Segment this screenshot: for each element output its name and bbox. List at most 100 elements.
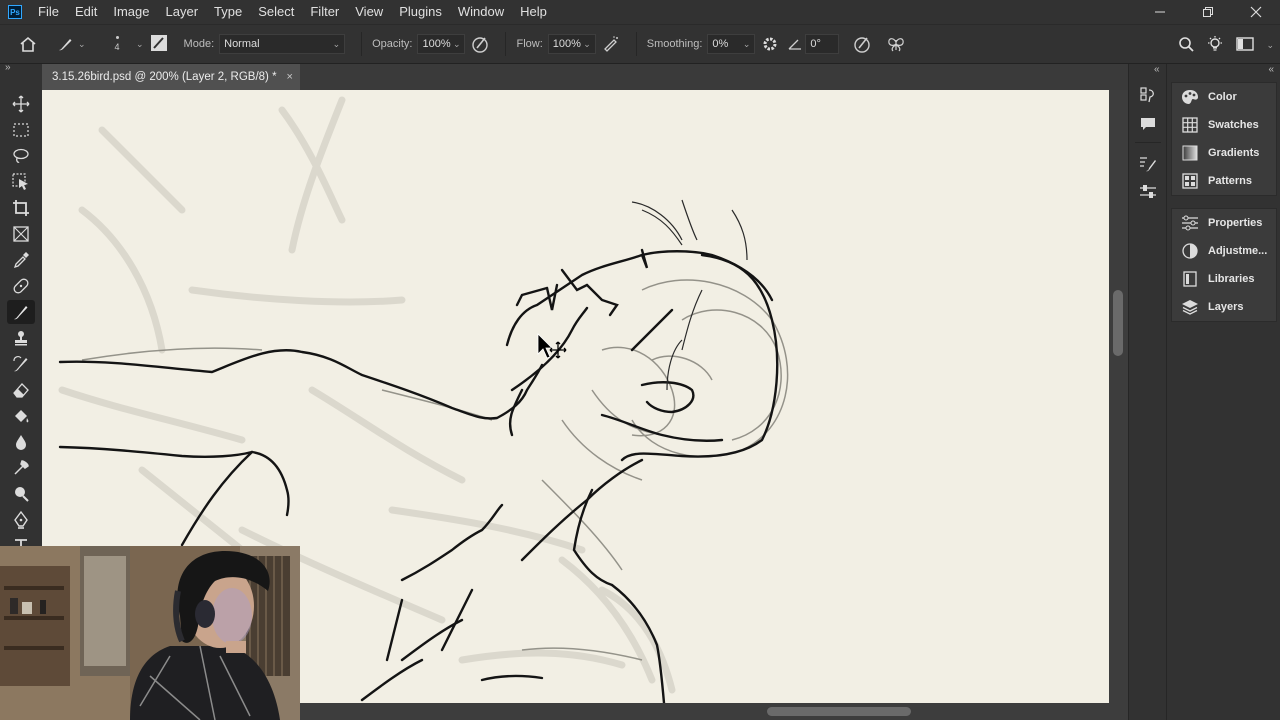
- menu-type[interactable]: Type: [206, 0, 250, 24]
- object-select-icon: [12, 173, 28, 190]
- brush-preset-picker[interactable]: ⌄: [56, 35, 104, 53]
- angle-input[interactable]: 0°: [805, 34, 840, 54]
- sliders-icon: [1140, 185, 1156, 198]
- flow-input[interactable]: 100% ⌄: [547, 34, 596, 54]
- minimize-button[interactable]: [1136, 0, 1184, 24]
- history-brush-tool[interactable]: [7, 352, 35, 376]
- panel-label-gradients: Gradients: [1208, 147, 1260, 159]
- dodge-tool[interactable]: [7, 482, 35, 506]
- eyedropper-tool[interactable]: [7, 248, 35, 272]
- lasso-tool[interactable]: [7, 144, 35, 168]
- properties-icon: [1180, 213, 1200, 233]
- crop-tool[interactable]: [7, 196, 35, 220]
- brush-tool[interactable]: [7, 300, 35, 324]
- airbrush-button[interactable]: [596, 35, 626, 53]
- brush-size-indicator[interactable]: 4: [104, 36, 130, 52]
- comments-panel-button[interactable]: [1138, 114, 1158, 134]
- smoothing-options-button[interactable]: [755, 36, 785, 52]
- panel-item-properties[interactable]: Properties: [1172, 209, 1276, 237]
- panel-label-patterns: Patterns: [1208, 175, 1253, 187]
- menu-layer[interactable]: Layer: [158, 0, 207, 24]
- close-window-button[interactable]: [1232, 0, 1280, 24]
- panel-item-color[interactable]: Color: [1172, 83, 1276, 111]
- history-icon: [1140, 87, 1154, 103]
- brush-icon: [14, 306, 28, 320]
- move-tool[interactable]: [7, 92, 35, 116]
- marquee-tool[interactable]: [7, 118, 35, 142]
- frame-tool[interactable]: [7, 222, 35, 246]
- collapse-dock-icon[interactable]: «: [1268, 64, 1274, 75]
- brush-settings-icon: [150, 34, 167, 51]
- panel-group-properties: Properties Adjustme... Libraries Layers: [1171, 208, 1277, 322]
- home-button[interactable]: [0, 36, 56, 52]
- panel-label-swatches: Swatches: [1208, 119, 1259, 131]
- flow-value: 100%: [552, 38, 581, 50]
- collapse-toolbar-icon[interactable]: »: [5, 62, 11, 73]
- adjustment-sliders-button[interactable]: [1138, 182, 1158, 202]
- history-brush-icon: [13, 356, 28, 372]
- restore-button[interactable]: [1184, 0, 1232, 24]
- chevron-down-icon: ⌄: [332, 39, 341, 49]
- airbrush-icon: [603, 36, 618, 52]
- droplet-icon: [16, 435, 26, 450]
- eraser-tool[interactable]: [7, 378, 35, 402]
- flow-label: Flow:: [516, 38, 543, 50]
- panel-item-libraries[interactable]: Libraries: [1172, 265, 1276, 293]
- brush-settings-panel-button[interactable]: [1138, 154, 1158, 174]
- workspace-button[interactable]: [1236, 36, 1255, 55]
- menu-view[interactable]: View: [347, 0, 391, 24]
- paint-bucket-tool[interactable]: [7, 404, 35, 428]
- collapse-strip-icon[interactable]: «: [1154, 64, 1160, 75]
- menu-filter[interactable]: Filter: [302, 0, 347, 24]
- menu-plugins[interactable]: Plugins: [391, 0, 450, 24]
- panel-item-patterns[interactable]: Patterns: [1172, 167, 1276, 195]
- workspace-icon: [1236, 36, 1255, 51]
- discover-button[interactable]: [1206, 35, 1224, 56]
- menu-help[interactable]: Help: [512, 0, 555, 24]
- menu-bar: Ps File Edit Image Layer Type Select Fil…: [0, 0, 1280, 24]
- home-icon: [20, 36, 36, 52]
- mode-select[interactable]: Normal ⌄: [219, 34, 346, 54]
- pattern-icon: [1180, 171, 1200, 191]
- pen-tool[interactable]: [7, 508, 35, 532]
- brush-size-chevron-icon[interactable]: ⌄: [136, 39, 144, 50]
- smudge-icon: [14, 460, 29, 475]
- pressure-size-icon: [854, 37, 871, 53]
- menu-edit[interactable]: Edit: [67, 0, 105, 24]
- horizontal-scroll-thumb[interactable]: [767, 707, 911, 716]
- menu-image[interactable]: Image: [105, 0, 157, 24]
- gradient-icon: [1180, 143, 1200, 163]
- brush-size-value: 4: [114, 42, 120, 52]
- panel-group-color: Color Swatches Gradients Patterns: [1171, 82, 1277, 196]
- menu-select[interactable]: Select: [250, 0, 302, 24]
- object-select-tool[interactable]: [7, 170, 35, 194]
- panel-dock: « Color Swatches Gradients Patterns Prop…: [1166, 64, 1280, 720]
- brush-settings-panel-icon: [1140, 157, 1156, 172]
- menu-window[interactable]: Window: [450, 0, 512, 24]
- chevron-down-icon[interactable]: ⌄: [1266, 40, 1274, 51]
- panel-item-adjustments[interactable]: Adjustme...: [1172, 237, 1276, 265]
- vertical-scrollbar[interactable]: [1109, 90, 1128, 703]
- opacity-input[interactable]: 100% ⌄: [417, 34, 466, 54]
- document-tab[interactable]: 3.15.26bird.psd @ 200% (Layer 2, RGB/8) …: [42, 64, 300, 90]
- symmetry-button[interactable]: [885, 36, 907, 52]
- close-tab-icon[interactable]: ×: [287, 71, 293, 83]
- brush-settings-toggle[interactable]: [150, 34, 176, 55]
- webcam-overlay: [0, 546, 300, 720]
- pressure-opacity-button[interactable]: [465, 35, 495, 53]
- panel-item-gradients[interactable]: Gradients: [1172, 139, 1276, 167]
- search-button[interactable]: [1178, 36, 1195, 55]
- opacity-label: Opacity:: [372, 38, 413, 50]
- lightbulb-icon: [1208, 35, 1223, 51]
- history-panel-button[interactable]: [1138, 86, 1158, 106]
- panel-item-swatches[interactable]: Swatches: [1172, 111, 1276, 139]
- smoothing-input[interactable]: 0% ⌄: [707, 34, 756, 54]
- smudge-tool[interactable]: [7, 456, 35, 480]
- pressure-size-button[interactable]: [839, 35, 885, 53]
- vertical-scroll-thumb[interactable]: [1113, 290, 1123, 356]
- panel-item-layers[interactable]: Layers: [1172, 293, 1276, 321]
- menu-file[interactable]: File: [30, 0, 67, 24]
- stamp-tool[interactable]: [7, 326, 35, 350]
- healing-tool[interactable]: [7, 274, 35, 298]
- blur-tool[interactable]: [7, 430, 35, 454]
